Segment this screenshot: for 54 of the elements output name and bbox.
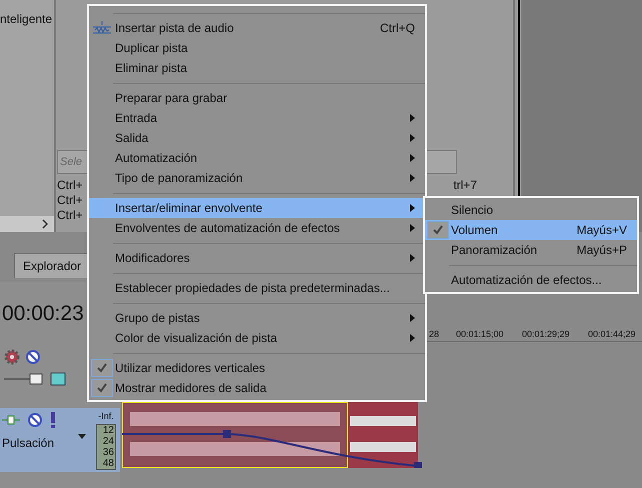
ruler-label: 28: [429, 328, 440, 340]
menu-item[interactable]: Automatización de efectos...: [425, 270, 637, 290]
meter-peak-label: -Inf.: [98, 410, 114, 423]
menu-item[interactable]: Grupo de pistas: [89, 308, 425, 328]
menu-item[interactable]: Entrada: [89, 108, 425, 128]
dropdown-caret-icon[interactable]: [78, 434, 86, 439]
slider-icon[interactable]: [4, 373, 44, 385]
submenu-arrow-icon: [410, 204, 415, 212]
menu-item[interactable]: Automatización: [89, 148, 425, 168]
level-meter: 12 24 36 48: [96, 424, 116, 470]
submenu-arrow-icon: [410, 334, 415, 342]
menu-item[interactable]: Panoramización Mayús+P: [425, 240, 637, 260]
menu-item[interactable]: Duplicar pista: [89, 38, 425, 58]
menu-item[interactable]: Envolventes de automatización de efectos: [89, 218, 425, 238]
envelope-node-icon[interactable]: [2, 415, 20, 425]
submenu-arrow-icon: [410, 174, 415, 182]
submenu-arrow-icon: [410, 314, 415, 322]
menu-item[interactable]: Insertar/eliminar envolvente: [89, 198, 425, 218]
checkmark-icon: [91, 379, 113, 397]
menu-item[interactable]: Mostrar medidores de salida: [89, 378, 425, 398]
shortcut-text: Ctrl+: [57, 178, 83, 193]
no-sign-icon[interactable]: [26, 350, 40, 364]
submenu-arrow-icon: [410, 254, 415, 262]
submenu-arrow-icon: [410, 154, 415, 162]
menu-item[interactable]: Volumen Mayús+V: [425, 220, 637, 240]
menu-item[interactable]: Establecer propiedades de pista predeterminadas...: [89, 278, 425, 298]
shortcut-text: trl+7: [453, 178, 477, 193]
checkmark-icon: [91, 359, 113, 377]
menu-item[interactable]: Modificadores: [89, 248, 425, 268]
menu-item[interactable]: Eliminar pista: [89, 58, 425, 78]
menu-item[interactable]: Preparar para grabar: [89, 88, 425, 108]
track-mode-label[interactable]: Pulsación: [2, 434, 54, 452]
menu-item[interactable]: Utilizar medidores verticales: [89, 358, 425, 378]
menu-item[interactable]: Insertar pista de audio Ctrl+Q: [89, 18, 425, 38]
menu-item[interactable]: Salida: [89, 128, 425, 148]
menu-item[interactable]: Color de visualización de pista: [89, 328, 425, 348]
audio-track-icon: [93, 21, 111, 35]
submenu-arrow-icon: [410, 114, 415, 122]
submenu-arrow-icon: [410, 134, 415, 142]
submenu-arrow-icon: [410, 224, 415, 232]
gear-icon[interactable]: [4, 349, 20, 365]
ruler-label: 00:01:15;00: [456, 328, 505, 340]
ruler-label: 00:01:29;29: [522, 328, 571, 340]
ruler-label: 00:01:44;29: [588, 328, 637, 340]
no-sign-icon[interactable]: [28, 413, 42, 427]
checkmark-icon: [427, 221, 449, 239]
exclamation-icon[interactable]: [50, 412, 56, 428]
shortcut-text: Ctrl+: [57, 208, 83, 223]
clip-icon[interactable]: [50, 372, 66, 386]
chevron-right-icon[interactable]: [42, 219, 48, 229]
shortcut-text: Ctrl+: [57, 193, 83, 208]
menu-item[interactable]: Tipo de panoramización: [89, 168, 425, 188]
panel-text: nteligente: [0, 11, 54, 28]
menu-item[interactable]: Silencio: [425, 200, 637, 220]
